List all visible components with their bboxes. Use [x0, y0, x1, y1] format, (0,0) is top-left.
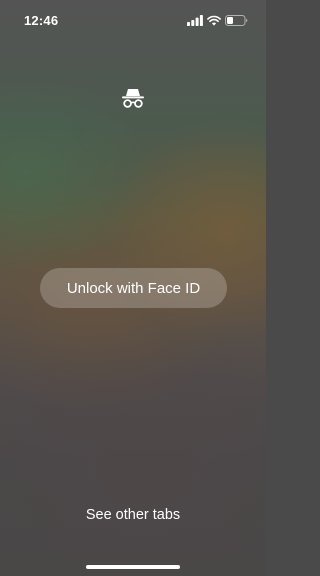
wifi-icon — [207, 15, 221, 26]
status-bar: 12:46 — [0, 0, 266, 40]
incognito-icon — [121, 87, 145, 109]
status-time: 12:46 — [24, 13, 59, 28]
unlock-button-label: Unlock with Face ID — [66, 279, 201, 297]
battery-icon — [225, 14, 248, 26]
home-indicator[interactable] — [86, 565, 180, 569]
cellular-signal-icon — [187, 14, 203, 26]
see-other-tabs-link[interactable]: See other tabs — [0, 507, 266, 523]
incognito-lock-screen: 12:46 Unlock with Face ID See other tabs — [0, 0, 266, 576]
status-icons — [187, 14, 248, 26]
unlock-face-id-button[interactable]: Unlock with Face ID — [40, 268, 227, 308]
